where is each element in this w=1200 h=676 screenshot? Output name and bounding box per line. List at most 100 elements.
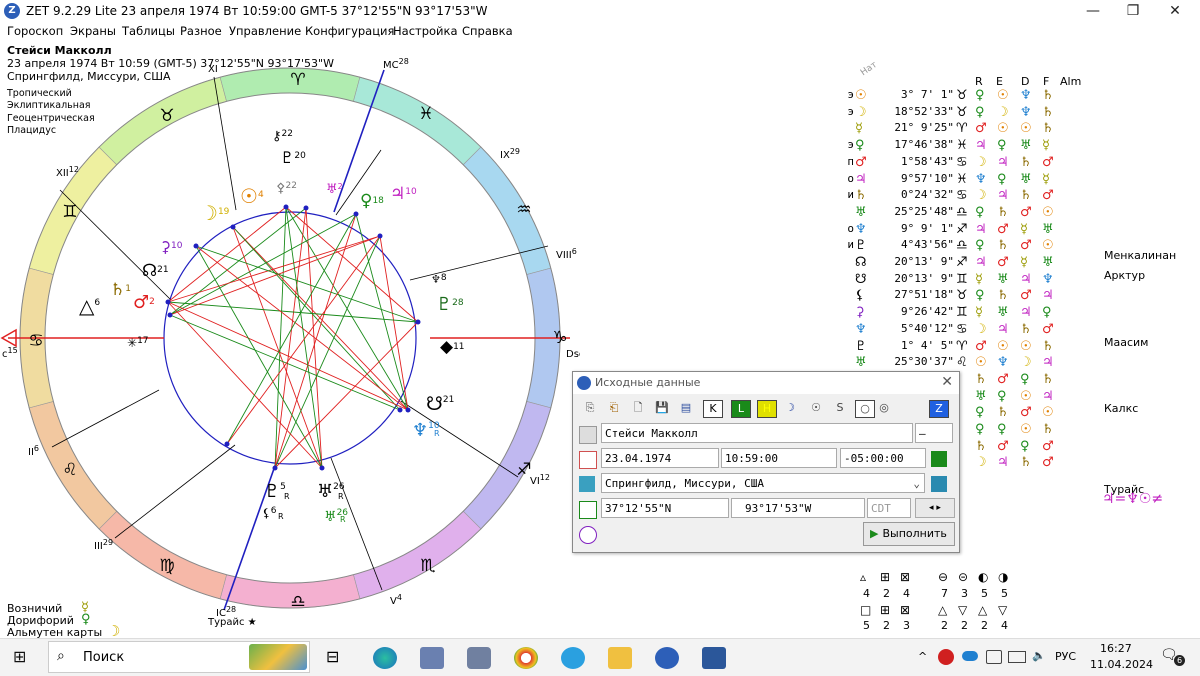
row-exalt-glyph: ♂ xyxy=(997,438,1009,454)
dialog-close-button[interactable]: ✕ xyxy=(941,374,953,390)
app-icon-2[interactable] xyxy=(420,647,444,669)
toolbar-button[interactable]: ☉ xyxy=(807,400,825,416)
row-sign-glyph: ♊ xyxy=(956,305,968,321)
row-ruler-glyph: ♅ xyxy=(975,388,987,404)
legend-count: 5 xyxy=(863,619,870,632)
battery-icon[interactable] xyxy=(1008,651,1026,663)
longitude-field[interactable]: 93°17'53"W xyxy=(731,498,865,518)
time-field[interactable]: 10:59:00 xyxy=(721,448,837,468)
toolbar-button[interactable]: 💾 xyxy=(653,400,671,416)
toolbar-button[interactable]: ○ xyxy=(855,400,875,418)
toolbar-button[interactable]: ◎ xyxy=(875,400,893,416)
pluto3-retro: R xyxy=(284,492,290,501)
toolbar-button[interactable]: ⎗ xyxy=(605,400,623,416)
sign-glyph: ♏ xyxy=(420,556,435,576)
natal-chart[interactable]: ♋♊♉♈♓♒♑♐♏♎♍♌ XI MC28 IX29 XII12 VIII6 c1… xyxy=(0,0,580,640)
name-select[interactable]: – xyxy=(915,423,953,443)
toolbar-button[interactable]: L xyxy=(731,400,751,418)
tray-icon-3[interactable] xyxy=(986,650,1002,664)
table-header-r: R xyxy=(975,75,983,88)
search-box[interactable]: ⌕ Поиск xyxy=(48,641,310,673)
asc-label: c15 xyxy=(2,346,18,360)
row-detriment-glyph: ☿ xyxy=(1020,255,1028,270)
row-detriment-glyph: ♃ xyxy=(1020,271,1032,287)
zet-icon[interactable] xyxy=(655,647,679,669)
legend-count: 4 xyxy=(1001,619,1008,632)
search-placeholder: Поиск xyxy=(83,650,125,665)
row-fall-glyph: ♂ xyxy=(1042,188,1054,204)
aspect-point xyxy=(224,441,230,447)
aspect-point xyxy=(272,465,278,471)
atlas-button[interactable] xyxy=(931,476,947,492)
volume-icon[interactable]: 🔈 xyxy=(1032,649,1046,662)
star-name: Арктур xyxy=(1104,268,1146,282)
place-field[interactable]: Спрингфилд, Миссури, США ⌄ xyxy=(601,473,925,493)
edge-icon[interactable] xyxy=(373,647,397,669)
row-prefix: о xyxy=(847,221,854,235)
sign-glyph: ♋ xyxy=(28,331,43,351)
clock-date[interactable]: 11.04.2024 xyxy=(1090,658,1153,671)
telegram-icon[interactable] xyxy=(561,647,585,669)
date-field[interactable]: 23.04.1974 xyxy=(601,448,719,468)
word-icon[interactable] xyxy=(702,647,726,669)
row-ruler-glyph: ♀ xyxy=(975,288,985,304)
row-degree: 1°58'43" xyxy=(901,154,954,168)
row-sign-glyph: ♊ xyxy=(956,271,968,287)
explorer-icon[interactable] xyxy=(608,647,632,669)
calendar-icon[interactable] xyxy=(579,451,597,469)
toolbar-button[interactable]: ⎘ xyxy=(581,400,599,416)
row-detriment-glyph: ♀ xyxy=(1020,438,1030,454)
toolbar-button[interactable]: K xyxy=(703,400,723,418)
row-fall-glyph: ☉ xyxy=(1042,238,1054,254)
tray-app-icon[interactable] xyxy=(938,649,954,665)
row-planet-glyph: ♄ xyxy=(855,188,867,204)
toolbar-button[interactable]: Z xyxy=(929,400,949,418)
app-icon-3[interactable] xyxy=(467,647,491,669)
row-exalt-glyph: ♀ xyxy=(997,388,1007,404)
source-data-dialog[interactable]: Исходные данные ✕ ⎘ ⎗ 🗋 💾 ▤ K L H ☽ ☉ S ○ ◎ Z Стейси … xyxy=(572,371,960,553)
row-exalt-glyph: ☽ xyxy=(997,104,1009,120)
toolbar-button[interactable]: ☽ xyxy=(781,400,799,416)
row-sign-glyph: ♋ xyxy=(956,188,968,204)
row-fall-glyph: ♀ xyxy=(1042,305,1052,321)
coords-icon[interactable] xyxy=(579,501,597,519)
row-ruler-glyph: ♃ xyxy=(975,138,987,154)
tray-chevron-icon[interactable]: ^ xyxy=(918,650,927,663)
run-button[interactable]: ▶ Выполнить xyxy=(863,522,955,546)
notification-icon[interactable]: 🗨 6 xyxy=(1160,647,1185,667)
row-detriment-glyph: ♃ xyxy=(1020,305,1032,321)
close-button[interactable]: ✕ xyxy=(1152,0,1198,22)
start-button[interactable]: ⊞ xyxy=(13,649,29,665)
legend-icon: ⊠ xyxy=(900,603,911,617)
zone-color-button[interactable] xyxy=(931,451,947,467)
dst-field[interactable]: CDT xyxy=(867,498,911,518)
legend-icon: ⊞ xyxy=(880,603,891,617)
settings-icon[interactable] xyxy=(579,526,597,544)
row-sign-glyph: ♐ xyxy=(956,255,968,270)
chrome-icon[interactable] xyxy=(514,647,538,669)
onedrive-icon[interactable] xyxy=(962,651,978,661)
latitude-field[interactable]: 37°12'55"N xyxy=(601,498,729,518)
dst-spinner[interactable]: ◂ ▸ xyxy=(915,498,955,518)
row-detriment-glyph: ♂ xyxy=(1020,405,1032,421)
star-name: Калкс xyxy=(1104,402,1139,416)
task-view-icon[interactable]: ⊟ xyxy=(326,647,350,669)
person-icon[interactable] xyxy=(579,426,597,444)
maximize-button[interactable]: ❐ xyxy=(1110,0,1156,22)
row-exalt-glyph: ♀ xyxy=(997,138,1007,154)
toolbar-button[interactable]: H xyxy=(757,400,777,418)
timezone-field[interactable]: -05:00:00 xyxy=(840,448,926,468)
toolbar-button[interactable]: ▤ xyxy=(677,400,695,416)
clock-time[interactable]: 16:27 xyxy=(1100,642,1132,655)
toolbar-button[interactable]: 🗋 xyxy=(629,400,647,416)
row-ruler-glyph: ♀ xyxy=(975,405,985,421)
toolbar-button[interactable]: S xyxy=(831,400,849,416)
row-fall-glyph: ♅ xyxy=(1042,221,1054,237)
name-field[interactable]: Стейси Макколл xyxy=(601,423,913,443)
map-icon[interactable] xyxy=(579,476,595,492)
aspect-point xyxy=(167,312,173,318)
row-planet-glyph: ♀ xyxy=(855,138,865,154)
place-chevron-icon[interactable]: ⌄ xyxy=(913,474,920,494)
row-degree: 20°13' 9" xyxy=(894,271,954,285)
language-indicator[interactable]: РУС xyxy=(1055,650,1076,663)
